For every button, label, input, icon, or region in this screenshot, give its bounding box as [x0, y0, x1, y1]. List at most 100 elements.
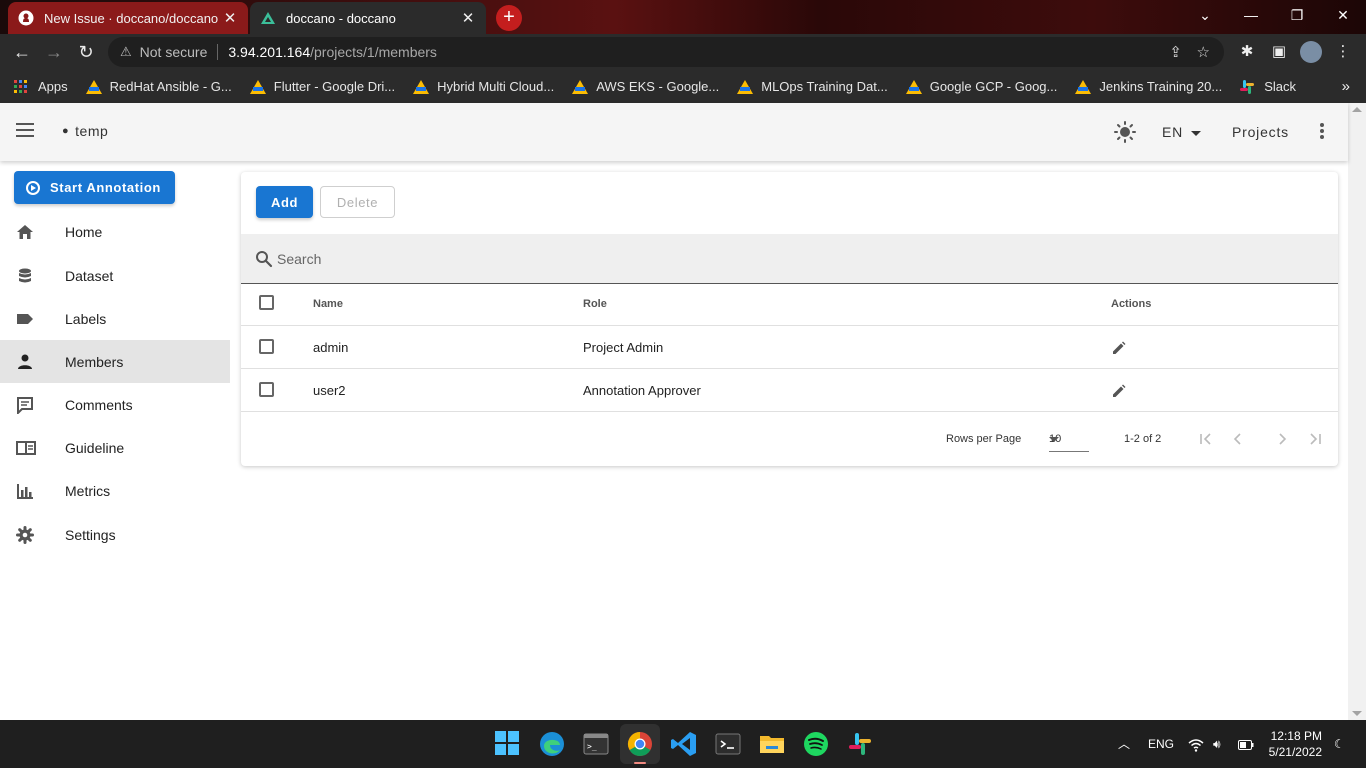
- table-row[interactable]: admin Project Admin: [241, 326, 1338, 369]
- theme-toggle-icon[interactable]: [1114, 121, 1136, 143]
- slack-icon[interactable]: [846, 730, 874, 760]
- close-tab-icon[interactable]: ✕: [222, 9, 238, 27]
- first-page-icon[interactable]: [1198, 431, 1214, 447]
- url-host: 3.94.201.164: [228, 44, 311, 60]
- column-header-role[interactable]: Role: [583, 298, 607, 310]
- bookmark-aws-eks[interactable]: AWS EKS - Google...: [572, 79, 719, 94]
- sidebar-item-guideline[interactable]: Guideline: [0, 426, 230, 469]
- separator: [217, 44, 219, 60]
- home-icon: [16, 223, 34, 241]
- column-header-name[interactable]: Name: [313, 298, 343, 310]
- previous-page-icon[interactable]: [1230, 431, 1246, 447]
- chart-icon: [16, 482, 34, 500]
- chrome-icon[interactable]: [620, 724, 660, 764]
- bookmark-hybrid-multi-cloud[interactable]: Hybrid Multi Cloud...: [413, 79, 554, 94]
- file-explorer-icon[interactable]: [758, 730, 786, 758]
- vscode-icon[interactable]: [670, 730, 698, 758]
- slack-icon: [1240, 79, 1256, 94]
- start-annotation-button[interactable]: Start Annotation: [14, 171, 175, 204]
- warning-icon[interactable]: ⚠: [120, 44, 132, 60]
- windows-terminal-icon[interactable]: [714, 730, 742, 760]
- more-options-icon[interactable]: [1320, 123, 1326, 141]
- next-page-icon[interactable]: [1274, 431, 1290, 447]
- chevron-up-icon[interactable]: ︿: [1118, 720, 1130, 768]
- search-input[interactable]: [277, 246, 1177, 272]
- projects-button[interactable]: Projects: [1232, 124, 1289, 140]
- rows-per-page-select[interactable]: 10: [1049, 426, 1089, 452]
- forward-arrow-icon[interactable]: →: [42, 40, 66, 64]
- more-bookmarks-icon[interactable]: »: [1342, 70, 1350, 103]
- book-icon: [16, 439, 36, 457]
- input-language[interactable]: ENG: [1148, 720, 1174, 768]
- browser-tab-strip: New Issue · doccano/doccano ✕ doccano - …: [0, 0, 1366, 34]
- terminal-app-icon[interactable]: >_: [582, 730, 610, 758]
- wifi-icon[interactable]: [1188, 720, 1204, 768]
- spotify-icon[interactable]: [802, 730, 830, 758]
- battery-icon[interactable]: [1238, 720, 1254, 768]
- edit-pencil-icon[interactable]: [1112, 384, 1126, 398]
- close-window-button[interactable]: ✕: [1320, 0, 1366, 30]
- bookmark-apps[interactable]: Apps: [14, 79, 68, 94]
- tab-search-icon[interactable]: ⌄: [1182, 0, 1228, 30]
- bookmark-flutter[interactable]: Flutter - Google Dri...: [249, 79, 395, 94]
- sidebar-item-label: Labels: [65, 310, 107, 327]
- bookmark-google-gcp[interactable]: Google GCP - Goog...: [905, 79, 1058, 94]
- bookmark-redhat-ansible[interactable]: RedHat Ansible - G...: [85, 79, 232, 94]
- scroll-up-icon[interactable]: [1352, 107, 1362, 112]
- add-member-button[interactable]: Add: [256, 186, 313, 218]
- new-tab-button[interactable]: +: [496, 5, 522, 31]
- language-select[interactable]: EN: [1162, 124, 1202, 140]
- reload-icon[interactable]: ↻: [74, 40, 98, 64]
- bookmark-star-icon[interactable]: ☆: [1197, 43, 1210, 61]
- sidebar-item-settings[interactable]: Settings: [0, 513, 230, 556]
- tab-doccano[interactable]: doccano - doccano ✕: [250, 2, 486, 34]
- edit-pencil-icon[interactable]: [1112, 341, 1126, 355]
- minimize-button[interactable]: —: [1228, 0, 1274, 30]
- bookmark-slack[interactable]: Slack: [1240, 79, 1296, 94]
- scroll-down-icon[interactable]: [1352, 711, 1362, 716]
- menu-icon[interactable]: [16, 123, 34, 137]
- page-scrollbar[interactable]: [1348, 103, 1366, 720]
- project-title[interactable]: ● temp: [62, 123, 108, 139]
- windows-start-icon[interactable]: [494, 730, 522, 758]
- browser-menu-icon[interactable]: ⋮: [1332, 41, 1354, 63]
- sidebar-item-metrics[interactable]: Metrics: [0, 469, 230, 512]
- select-all-checkbox[interactable]: [259, 295, 274, 310]
- comment-icon: [16, 396, 34, 415]
- share-icon[interactable]: ⇪: [1169, 43, 1182, 61]
- bookmark-mlops-training[interactable]: MLOps Training Dat...: [737, 79, 888, 94]
- delete-member-button[interactable]: Delete: [320, 186, 395, 218]
- table-row[interactable]: user2 Annotation Approver: [241, 369, 1338, 412]
- security-label[interactable]: Not secure: [140, 44, 208, 60]
- profile-avatar[interactable]: [1300, 41, 1322, 63]
- sidebar-item-home[interactable]: Home: [0, 210, 230, 253]
- search-field[interactable]: [241, 234, 1338, 284]
- edge-icon[interactable]: [538, 730, 566, 758]
- bookmark-jenkins-training[interactable]: Jenkins Training 20...: [1075, 79, 1222, 94]
- sidebar-item-label: Members: [65, 353, 124, 370]
- bookmark-label: Google GCP - Goog...: [929, 79, 1058, 94]
- restore-button[interactable]: ❐: [1274, 0, 1320, 30]
- start-annotation-label: Start Annotation: [50, 180, 161, 195]
- system-clock[interactable]: 12:18 PM 5/21/2022: [1262, 728, 1322, 760]
- google-drive-icon: [1075, 79, 1092, 94]
- side-panel-icon[interactable]: ▣: [1268, 41, 1290, 63]
- extensions-icon[interactable]: ✱: [1236, 41, 1258, 63]
- focus-moon-icon[interactable]: ☾: [1334, 720, 1345, 768]
- table-footer: Rows per Page 10 1-2 of 2: [241, 414, 1338, 466]
- sidebar-item-members[interactable]: Members: [0, 340, 230, 383]
- tab-github-new-issue[interactable]: New Issue · doccano/doccano ✕: [8, 2, 248, 34]
- row-checkbox[interactable]: [259, 382, 274, 397]
- sidebar-item-labels[interactable]: Labels: [0, 297, 230, 340]
- table-header: Name Role Actions: [241, 284, 1338, 326]
- back-arrow-icon[interactable]: ←: [10, 40, 34, 64]
- sidebar-item-dataset[interactable]: Dataset: [0, 254, 230, 297]
- address-bar[interactable]: ⚠ Not secure 3.94.201.164/projects/1/mem…: [108, 37, 1224, 67]
- members-card: Add Delete Name Role Actions admin Proje…: [241, 172, 1338, 466]
- sidebar-item-comments[interactable]: Comments: [0, 383, 230, 426]
- chevron-down-icon: [1049, 437, 1059, 442]
- last-page-icon[interactable]: [1307, 431, 1323, 447]
- row-checkbox[interactable]: [259, 339, 274, 354]
- close-tab-icon[interactable]: ✕: [460, 9, 476, 27]
- volume-icon[interactable]: 🔊︎: [1213, 720, 1221, 768]
